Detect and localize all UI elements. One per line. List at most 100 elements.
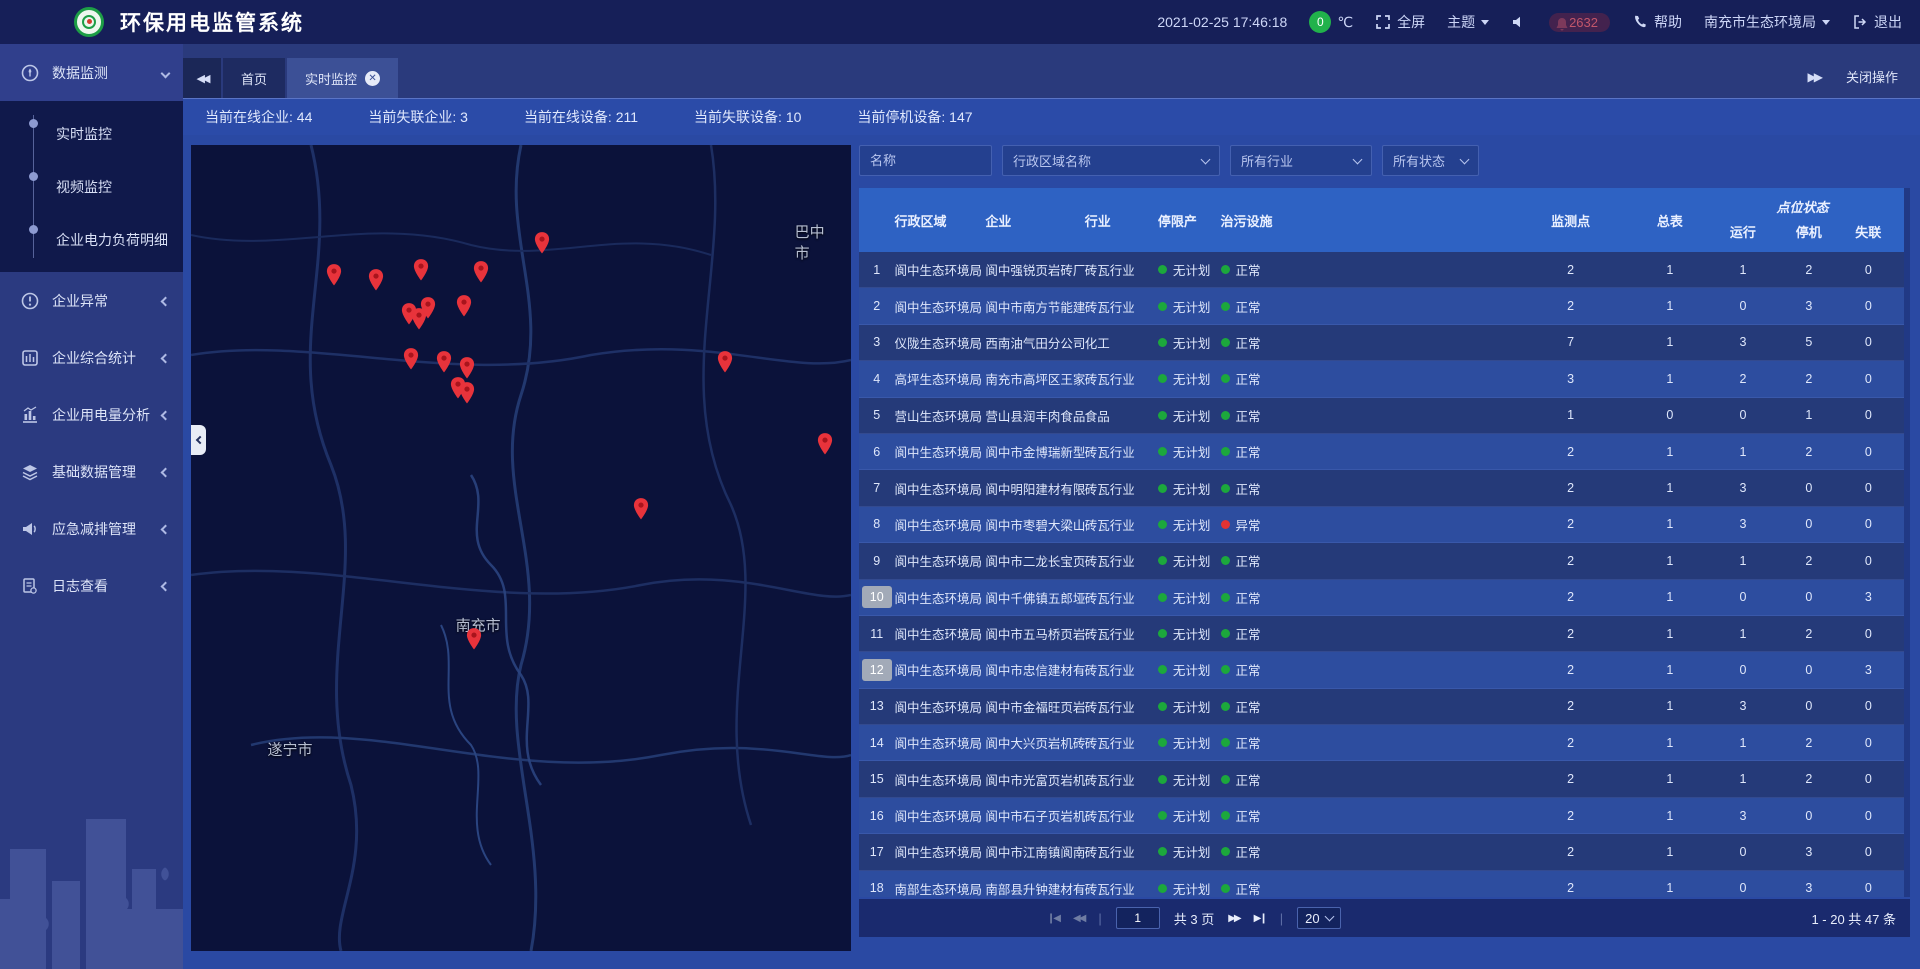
logout-button[interactable]: 退出 <box>1852 12 1902 32</box>
status-dot-green <box>1158 374 1167 383</box>
table-row[interactable]: 8阆中生态环境局阆中市枣碧大梁山页岩砖瓦行业无计划异常21300 <box>859 507 1904 543</box>
map-location-pin[interactable] <box>457 381 477 405</box>
sidebar-group-日志查看[interactable]: 日志查看 <box>0 557 183 614</box>
cell-running: 3 <box>1701 517 1785 531</box>
sidebar-item-视频监控[interactable]: 视频监控 <box>0 160 183 213</box>
status-dot-green <box>1221 374 1230 383</box>
map-location-pin[interactable] <box>401 347 421 371</box>
mute-button[interactable] <box>1511 14 1527 30</box>
name-search-input[interactable] <box>859 145 992 176</box>
map-location-pin[interactable] <box>464 627 484 651</box>
map-location-pin[interactable] <box>471 260 491 284</box>
chevron-down-icon <box>1353 154 1363 164</box>
cell-total-meters: 1 <box>1639 627 1702 641</box>
sidebar-group-数据监测[interactable]: 数据监测 <box>0 44 183 101</box>
industry-select[interactable]: 所有行业 <box>1230 145 1372 176</box>
table-row[interactable]: 14阆中生态环境局阆中大兴页岩机砖厂砖瓦行业无计划正常21120 <box>859 725 1904 761</box>
stat-当前在线设备: 当前在线设备: 211 <box>524 107 638 127</box>
sidebar-collapse-handle[interactable] <box>191 425 206 455</box>
sidebar-item-企业电力负荷明细[interactable]: 企业电力负荷明细 <box>0 213 183 266</box>
chevron-left-icon <box>195 436 203 444</box>
tabs-scroll-left-button[interactable]: ◀◀ <box>183 58 221 98</box>
map-location-pin[interactable] <box>418 296 438 320</box>
sidebar-group-企业异常[interactable]: 企业异常 <box>0 272 183 329</box>
row-number: 15 <box>859 772 895 786</box>
cell-disconnected: 0 <box>1833 627 1904 641</box>
table-row[interactable]: 15阆中生态环境局阆中市光富页岩机砖厂砖瓦行业无计划正常21120 <box>859 761 1904 797</box>
map-location-pin[interactable] <box>815 432 835 456</box>
table-row[interactable]: 10阆中生态环境局阆中千佛镇五郎垭页岩砖瓦行业无计划正常21003 <box>859 580 1904 616</box>
close-operations-button[interactable]: 关闭操作 <box>1846 67 1898 86</box>
sidebar-group-企业用电量分析[interactable]: 企业用电量分析 <box>0 386 183 443</box>
table-row[interactable]: 2阆中生态环境局阆中市南方节能建材有砖瓦行业无计划正常21030 <box>859 288 1904 324</box>
table-row[interactable]: 6阆中生态环境局阆中市金博瑞新型墙材砖瓦行业无计划正常21120 <box>859 434 1904 470</box>
tab-首页[interactable]: 首页 <box>223 58 285 98</box>
table-row[interactable]: 18南部生态环境局南部县升钟建材有限公砖瓦行业无计划正常21030 <box>859 871 1904 897</box>
last-page-button[interactable]: ▶❙ <box>1254 913 1266 924</box>
help-button[interactable]: 帮助 <box>1632 12 1682 32</box>
sidebar-group-应急减排管理[interactable]: 应急减排管理 <box>0 500 183 557</box>
map-location-pin[interactable] <box>715 350 735 374</box>
cell-total-meters: 1 <box>1639 299 1702 313</box>
cell-stopped: 3 <box>1785 881 1833 895</box>
status-dot-green <box>1158 884 1167 893</box>
table-row[interactable]: 4高坪生态环境局南充市高坪区王家店建砖瓦行业无计划正常31220 <box>859 361 1904 397</box>
table-row[interactable]: 13阆中生态环境局阆中市金福旺页岩机砖砖瓦行业无计划正常21300 <box>859 689 1904 725</box>
cell-monitor-points: 2 <box>1503 627 1639 641</box>
table-row[interactable]: 11阆中生态环境局阆中市五马桥页岩机砖砖瓦行业无计划正常21120 <box>859 616 1904 652</box>
cell-total-meters: 1 <box>1639 663 1702 677</box>
table-row[interactable]: 12阆中生态环境局阆中市忠信建材有限公砖瓦行业无计划正常21003 <box>859 652 1904 688</box>
map-city-label-遂宁市: 遂宁市 <box>267 738 312 759</box>
cell-facility-status: 正常 <box>1221 297 1503 316</box>
cell-stopped: 2 <box>1785 736 1833 750</box>
sidebar-group-企业综合统计[interactable]: 企业综合统计 <box>0 329 183 386</box>
map-location-pin[interactable] <box>631 497 651 521</box>
cell-stopped: 0 <box>1785 809 1833 823</box>
next-page-button[interactable]: ▶▶ <box>1228 913 1239 924</box>
status-dot-green <box>1158 593 1167 602</box>
first-page-button[interactable]: ❙◀ <box>1047 913 1059 924</box>
page-size-select[interactable]: 20 <box>1297 907 1340 929</box>
tab-实时监控[interactable]: 实时监控✕ <box>287 58 398 98</box>
region-select[interactable]: 行政区域名称 <box>1002 145 1220 176</box>
cell-monitor-points: 2 <box>1503 736 1639 750</box>
status-dot-green <box>1221 265 1230 274</box>
notification-count-badge[interactable]: 2632 <box>1549 13 1610 32</box>
table-row[interactable]: 16阆中生态环境局阆中市石子页岩机砖厂砖瓦行业无计划正常21300 <box>859 798 1904 834</box>
map-location-pin[interactable] <box>454 294 474 318</box>
gis-map[interactable]: 巴中市南充市遂宁市 <box>191 145 851 951</box>
page-number-input[interactable] <box>1116 907 1160 929</box>
map-location-pin[interactable] <box>434 350 454 374</box>
table-row[interactable]: 3仪陇生态环境局西南油气田分公司川中化工无计划正常71350 <box>859 325 1904 361</box>
cell-industry: 砖瓦行业 <box>1085 697 1158 716</box>
table-header: 行政区域企业行业停限产治污设施监测点总表点位状态运行停机失联 <box>859 188 1904 252</box>
double-right-arrow-icon[interactable]: ▶▶ <box>1808 70 1820 84</box>
status-select[interactable]: 所有状态 <box>1382 145 1479 176</box>
table-row[interactable]: 9阆中生态环境局阆中市二龙长宝页岩砖砖瓦行业无计划正常21120 <box>859 543 1904 579</box>
map-location-pin[interactable] <box>324 263 344 287</box>
table-row[interactable]: 7阆中生态环境局阆中明阳建材有限公司砖瓦行业无计划正常21300 <box>859 470 1904 506</box>
limit-status-label: 无计划 <box>1173 697 1211 716</box>
table-row[interactable]: 1阆中生态环境局阆中强锐页岩砖厂砖瓦行业无计划正常21120 <box>859 252 1904 288</box>
sidebar-group-基础数据管理[interactable]: 基础数据管理 <box>0 443 183 500</box>
table-row[interactable]: 17阆中生态环境局阆中市江南镇阆南页岩砖瓦行业无计划正常21030 <box>859 834 1904 870</box>
status-dot-green <box>1221 847 1230 856</box>
limit-status-label: 无计划 <box>1173 369 1211 388</box>
sidebar-item-实时监控[interactable]: 实时监控 <box>0 107 183 160</box>
map-location-pin[interactable] <box>411 258 431 282</box>
cell-industry: 砖瓦行业 <box>1085 515 1158 534</box>
cell-facility-status: 正常 <box>1221 442 1503 461</box>
map-location-pin[interactable] <box>366 268 386 292</box>
row-number: 4 <box>859 372 895 386</box>
fullscreen-button[interactable]: 全屏 <box>1375 12 1425 32</box>
previous-page-button[interactable]: ◀◀ <box>1073 913 1084 924</box>
facility-status-label: 正常 <box>1236 551 1261 570</box>
map-location-pin[interactable] <box>532 231 552 255</box>
cell-total-meters: 1 <box>1639 335 1702 349</box>
tab-close-icon[interactable]: ✕ <box>365 71 380 86</box>
table-row[interactable]: 5营山生态环境局营山县润丰肉食品有限食品无计划正常10010 <box>859 398 1904 434</box>
cell-region: 阆中生态环境局 <box>895 733 986 752</box>
sidebar-group-label: 企业用电量分析 <box>52 405 150 425</box>
organization-menu-button[interactable]: 南充市生态环境局 <box>1704 12 1830 32</box>
theme-menu-button[interactable]: 主题 <box>1447 12 1489 32</box>
